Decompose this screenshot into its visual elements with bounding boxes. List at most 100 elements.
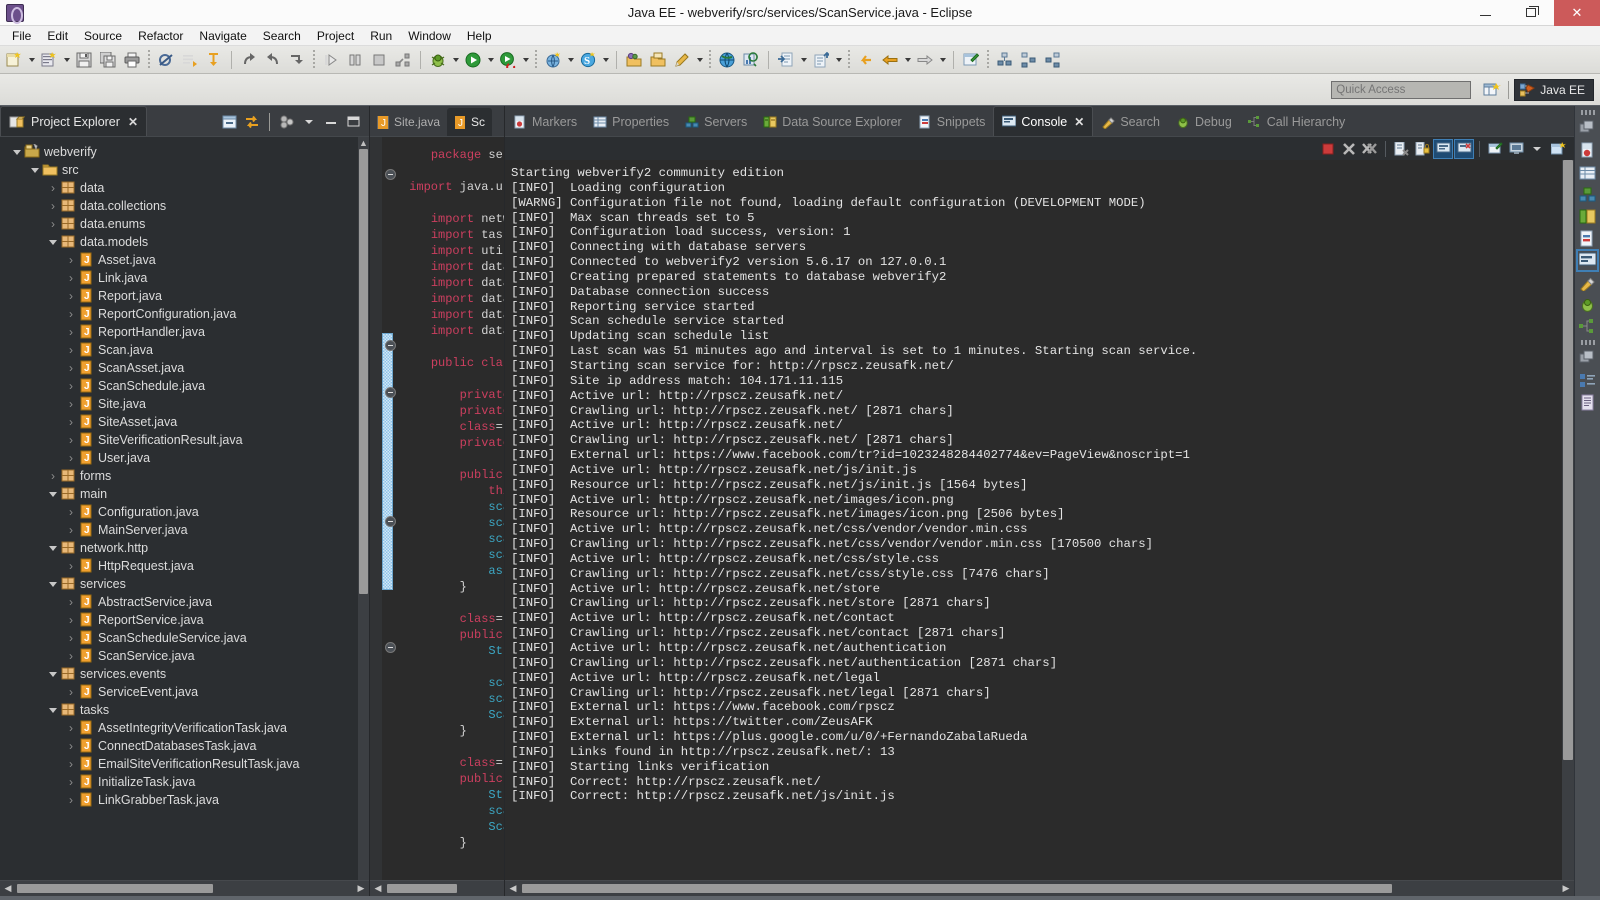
tree-item-SiteAsset-java[interactable]: J SiteAsset.java	[0, 413, 358, 431]
tab-properties[interactable]: Properties	[585, 108, 677, 136]
terminate-icon[interactable]	[368, 49, 390, 71]
view-menu-chevron-icon[interactable]	[299, 112, 319, 132]
next-annotation-icon[interactable]	[179, 49, 201, 71]
import-icon[interactable]	[775, 49, 797, 71]
minimize-icon[interactable]	[321, 112, 341, 132]
save-all-icon[interactable]	[97, 49, 119, 71]
dropdown-arrow[interactable]	[61, 49, 72, 71]
dropdown-arrow[interactable]	[798, 49, 809, 71]
expand-arrow-closed-icon[interactable]	[64, 343, 78, 357]
tree-item-ScanAsset-java[interactable]: J ScanAsset.java	[0, 359, 358, 377]
task-list-icon[interactable]	[1579, 394, 1596, 411]
dropdown-arrow[interactable]	[694, 49, 705, 71]
console-icon[interactable]	[1576, 249, 1599, 272]
undo-icon[interactable]	[262, 49, 284, 71]
outline-icon[interactable]	[1579, 372, 1596, 389]
fold-marker[interactable]	[384, 169, 396, 180]
forward-step-icon[interactable]	[238, 49, 260, 71]
tree-item-data-models[interactable]: data.models	[0, 233, 358, 251]
tree-item-tasks[interactable]: tasks	[0, 701, 358, 719]
tab-call-hierarchy[interactable]: Call Hierarchy	[1240, 108, 1354, 136]
scroll-up-icon[interactable]: ▲	[359, 137, 368, 149]
tree-item-InitializeTask-java[interactable]: J InitializeTask.java	[0, 773, 358, 791]
expand-arrow-closed-icon[interactable]	[64, 739, 78, 753]
align-right-icon[interactable]	[1042, 49, 1064, 71]
tree-item-ReportHandler-java[interactable]: J ReportHandler.java	[0, 323, 358, 341]
expand-arrow-closed-icon[interactable]	[64, 721, 78, 735]
fold-marker[interactable]	[384, 642, 396, 653]
edit-icon[interactable]	[671, 49, 693, 71]
expand-arrow-closed-icon[interactable]	[64, 379, 78, 393]
expand-arrow-closed-icon[interactable]	[64, 289, 78, 303]
last-edit-location-icon[interactable]	[203, 49, 225, 71]
expand-arrow-closed-icon[interactable]	[46, 469, 60, 483]
skip-all-breakpoints-icon[interactable]	[286, 49, 308, 71]
tree-item-Report-java[interactable]: J Report.java	[0, 287, 358, 305]
tree-item-network-http[interactable]: network.http	[0, 539, 358, 557]
fastview-drag-dots[interactable]	[1580, 110, 1595, 115]
scrollbar-thumb[interactable]	[522, 884, 1392, 893]
tab-data-source-explorer[interactable]: Data Source Explorer	[755, 108, 910, 136]
close-button[interactable]: ✕	[1554, 0, 1600, 26]
tree-item-HttpRequest-java[interactable]: J HttpRequest.java	[0, 557, 358, 575]
save-icon[interactable]	[73, 49, 95, 71]
dropdown-arrow[interactable]	[450, 49, 461, 71]
dropdown-arrow[interactable]	[520, 49, 531, 71]
back-nav-icon[interactable]	[855, 49, 877, 71]
menu-search[interactable]: Search	[255, 27, 309, 45]
toggle-breakpoint-icon[interactable]	[155, 49, 177, 71]
menu-source[interactable]: Source	[76, 27, 130, 45]
tree-item-AssetIntegrityVerificationTask-java[interactable]: J AssetIntegrityVerificationTask.java	[0, 719, 358, 737]
expand-arrow-closed-icon[interactable]	[64, 559, 78, 573]
expand-arrow-closed-icon[interactable]	[64, 397, 78, 411]
terminate-icon[interactable]	[1318, 139, 1338, 159]
expand-arrow-closed-icon[interactable]	[64, 523, 78, 537]
expand-arrow-closed-icon[interactable]	[64, 451, 78, 465]
align-center-icon[interactable]	[1018, 49, 1040, 71]
open-task-icon[interactable]	[647, 49, 669, 71]
clear-console-icon[interactable]	[1391, 139, 1411, 159]
tree-item-AbstractService-java[interactable]: J AbstractService.java	[0, 593, 358, 611]
view-menu-group-icon[interactable]	[277, 112, 297, 132]
scroll-left-icon[interactable]: ◀	[0, 883, 16, 894]
tree-item-ScanService-java[interactable]: J ScanService.java	[0, 647, 358, 665]
snippets-icon[interactable]	[1579, 230, 1596, 247]
editor-tab-site[interactable]: J Site.java	[370, 108, 447, 136]
maximize-button[interactable]	[1508, 0, 1554, 26]
editor-tab-scanservice[interactable]: J Sc	[447, 108, 493, 136]
resume-icon[interactable]	[320, 49, 342, 71]
scroll-lock-icon[interactable]	[1412, 139, 1432, 159]
console-hscrollbar[interactable]: ◀ ▶	[505, 880, 1574, 896]
dropdown-arrow[interactable]	[485, 49, 496, 71]
markers-icon[interactable]	[1579, 142, 1596, 159]
open-type-icon[interactable]	[623, 49, 645, 71]
dropdown-arrow[interactable]	[600, 49, 611, 71]
console-output[interactable]: Starting webverify2 community edition [IN…	[505, 160, 1562, 880]
tree-item-data-enums[interactable]: data.enums	[0, 215, 358, 233]
minimize-button[interactable]	[1462, 0, 1508, 26]
suspend-icon[interactable]	[344, 49, 366, 71]
quick-access-input[interactable]	[1331, 80, 1472, 99]
menu-run[interactable]: Run	[362, 27, 400, 45]
web-browser-icon[interactable]	[716, 49, 738, 71]
tree-item-src[interactable]: src	[0, 161, 358, 179]
display-selected-console-icon[interactable]	[1506, 139, 1526, 159]
expand-arrow-closed-icon[interactable]	[64, 775, 78, 789]
data-source-explorer-icon[interactable]	[1579, 208, 1596, 225]
tree-item-ServiceEvent-java[interactable]: J ServiceEvent.java	[0, 683, 358, 701]
scrollbar-thumb[interactable]	[1563, 160, 1573, 760]
tab-search[interactable]: Search	[1093, 108, 1168, 136]
profile-icon[interactable]	[740, 49, 762, 71]
dropdown-arrow[interactable]	[565, 49, 576, 71]
search-icon[interactable]	[1579, 274, 1596, 293]
scroll-left-icon[interactable]: ◀	[505, 883, 521, 894]
scrollbar-thumb[interactable]	[387, 884, 457, 893]
fold-marker[interactable]	[384, 516, 396, 527]
expand-arrow-closed-icon[interactable]	[64, 307, 78, 321]
tab-project-explorer[interactable]: Project Explorer ✕	[0, 106, 147, 136]
expand-arrow-closed-icon[interactable]	[64, 613, 78, 627]
tree-item-forms[interactable]: forms	[0, 467, 358, 485]
dropdown-arrow[interactable]	[26, 49, 37, 71]
tree-item-services[interactable]: services	[0, 575, 358, 593]
dropdown-arrow[interactable]	[1527, 139, 1547, 159]
